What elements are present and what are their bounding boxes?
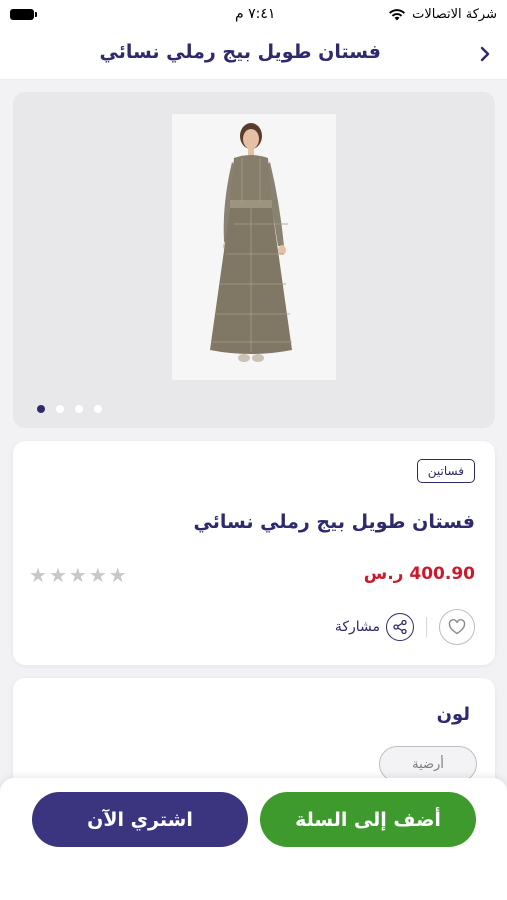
add-to-cart-button[interactable]: أضف إلى السلة — [260, 792, 476, 847]
dress-illustration — [210, 123, 292, 362]
status-bar: ٧:٤١ م شركة الاتصالات — [0, 0, 507, 28]
product-price: 400.90 ر.س — [363, 564, 475, 584]
chevron-right-icon — [480, 46, 490, 62]
category-badge[interactable]: فساتين — [416, 459, 475, 483]
star-icon[interactable]: ★ — [49, 565, 67, 585]
buy-now-button[interactable]: اشتري الآن — [32, 792, 248, 847]
color-label: لون — [436, 704, 470, 725]
carousel-dot[interactable] — [75, 405, 83, 413]
product-info-card: فساتين فستان طويل بيج رملي نسائي 400.90 … — [13, 441, 495, 665]
star-icon[interactable]: ★ — [29, 565, 47, 585]
page-title: فستان طويل بيج رملي نسائي — [99, 41, 381, 63]
star-icon[interactable]: ★ — [89, 565, 107, 585]
status-time: ٧:٤١ م — [235, 6, 276, 22]
color-option-chip[interactable]: أرضية — [379, 746, 477, 782]
rating-stars[interactable]: ★ ★ ★ ★ ★ — [29, 565, 127, 585]
carrier-name: شركة الاتصالات — [412, 6, 497, 22]
product-image-carousel[interactable] — [13, 92, 495, 428]
share-label: مشاركة — [334, 619, 380, 635]
share-icon — [386, 613, 414, 641]
product-image[interactable] — [172, 114, 336, 380]
heart-icon — [448, 619, 466, 635]
divider — [426, 617, 427, 637]
product-title: فستان طويل بيج رملي نسائي — [193, 511, 475, 533]
product-actions: مشاركة — [335, 609, 475, 645]
carousel-dot[interactable] — [37, 405, 45, 413]
battery-icon — [10, 8, 37, 20]
bottom-action-bar: اشتري الآن أضف إلى السلة — [0, 778, 507, 900]
carousel-dot[interactable] — [56, 405, 64, 413]
star-icon[interactable]: ★ — [69, 565, 87, 585]
favorite-button[interactable] — [439, 609, 475, 645]
star-icon[interactable]: ★ — [109, 565, 127, 585]
app-header: فستان طويل بيج رملي نسائي — [0, 28, 507, 80]
wifi-icon — [389, 8, 406, 20]
share-button[interactable]: مشاركة — [335, 613, 414, 641]
carousel-indicators — [37, 405, 102, 413]
back-button[interactable] — [475, 42, 495, 66]
carousel-dot[interactable] — [94, 405, 102, 413]
